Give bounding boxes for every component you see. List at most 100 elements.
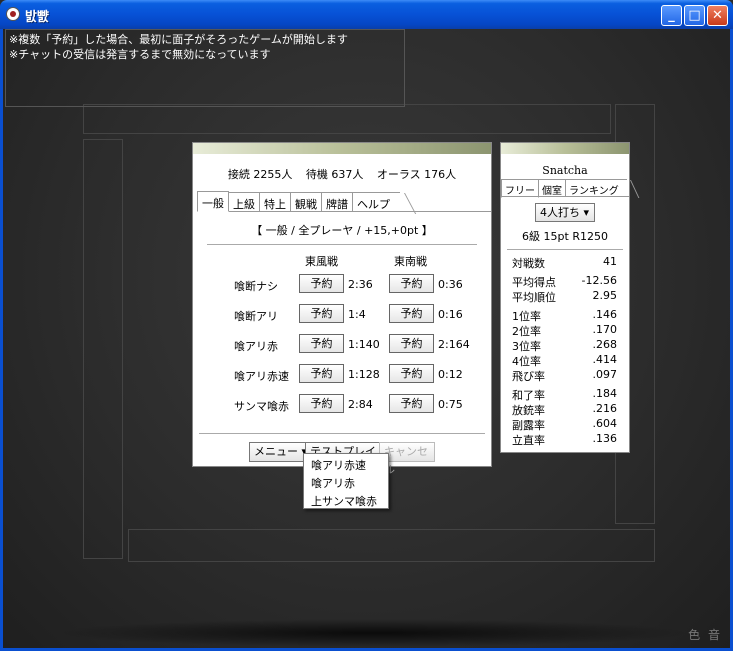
stat-value: 2.95 [592,289,618,302]
testplay-menu: 喰アリ赤速 喰アリ赤 上サンマ喰赤 [303,453,389,509]
stat-label: 対戦数 [512,257,545,270]
game-row: 喰アリ赤速 予約 1:128 予約 0:12 [193,361,491,391]
profile-panel: Snatcha フリー 個室 ランキング 4人打ち ▾ 6級 15pt R125… [500,142,630,453]
tab-free[interactable]: フリー [501,179,539,198]
frame-bottom [128,529,655,562]
stat-value: .604 [592,417,618,430]
tab-private-room[interactable]: 個室 [538,179,566,197]
table-shadow [53,619,693,647]
stat-label: 立直率 [512,434,545,447]
all-last-count: オーラス 176人 [376,168,457,181]
close-button[interactable]: ✕ [707,5,728,26]
reserve-east-button[interactable]: 予約 [299,304,344,323]
stat-value: .268 [592,338,618,351]
south-count: 0:12 [438,368,463,381]
game-row: 喰断ナシ 予約 2:36 予約 0:36 [193,271,491,301]
tab-expert[interactable]: 特上 [259,192,291,211]
reserve-east-button[interactable]: 予約 [299,334,344,353]
game-type-label: 喰断アリ [234,310,278,323]
column-headers: 東風戦 東南戦 [193,251,491,271]
stat-value: .146 [592,308,618,321]
player-count-select[interactable]: 4人打ち ▾ [535,203,595,222]
stat-value: .184 [592,387,618,400]
menu-item-sanma-kuaka[interactable]: 上サンマ喰赤 [304,490,388,508]
tab-ranking[interactable]: ランキング [565,179,627,197]
east-count: 2:36 [348,278,373,291]
game-type-label: 喰アリ赤速 [234,370,289,383]
stat-value: .136 [592,432,618,445]
connected-count: 接続 2255人 [227,168,293,181]
stat-row: 3位率 .268 [501,337,629,353]
player-rank: 6級 15pt R1250 [522,230,608,243]
reserve-south-button[interactable]: 予約 [389,274,434,293]
game-row: サンマ喰赤 予約 2:84 予約 0:75 [193,391,491,421]
panel-header-bar [193,143,491,154]
east-column-header: 東風戦 [305,255,338,268]
stat-label: 平均順位 [512,291,556,304]
stat-row: 和了率 .184 [501,386,629,402]
stat-value: 41 [603,255,617,268]
connection-stats: 接続 2255人 待機 637人 オーラス 176人 [193,166,491,182]
stat-row: 2位率 .170 [501,322,629,338]
lobby-tabs: 一般 上級 特上 観戦 牌譜 ヘルプ [197,191,491,212]
reserve-south-button[interactable]: 予約 [389,334,434,353]
south-count: 2:164 [438,338,470,351]
stat-row: 副露率 .604 [501,416,629,432]
corner-label: 色 音 [688,628,722,642]
south-count: 0:36 [438,278,463,291]
minimize-button[interactable]: _ [661,5,682,26]
stat-value: .097 [592,368,618,381]
reserve-east-button[interactable]: 予約 [299,364,344,383]
waiting-count: 待機 637人 [305,168,364,181]
stat-row: 立直率 .136 [501,431,629,447]
window-title: 밠뺤 [25,10,49,25]
menu-item-kuari-aka[interactable]: 喰アリ赤 [304,472,388,490]
game-type-label: 喰アリ赤 [234,340,278,353]
chat-log: ※複数「予約」した場合、最初に面子がそろったゲームが開始します ※チャットの受信… [5,29,405,107]
stat-value: .170 [592,323,618,336]
stat-value: .414 [592,353,618,366]
frame-left [83,139,123,559]
maximize-button[interactable]: □ [684,5,705,26]
stat-value: -12.56 [581,274,617,287]
south-count: 0:16 [438,308,463,321]
east-count: 1:140 [348,338,380,351]
tab-spectate[interactable]: 観戦 [290,192,322,211]
title-bar: 밠뺤 _ □ ✕ [0,0,733,29]
player-name: Snatcha [542,164,588,177]
reserve-east-button[interactable]: 予約 [299,274,344,293]
stat-row: 1位率 .146 [501,307,629,323]
menu-item-kuari-aka-soku[interactable]: 喰アリ赤速 [304,454,388,472]
reserve-south-button[interactable]: 予約 [389,394,434,413]
stat-row: 平均順位 2.95 [501,288,629,304]
stat-row: 対戦数 41 [501,254,629,270]
reserve-east-button[interactable]: 予約 [299,394,344,413]
app-icon [6,7,20,21]
stat-row: 平均得点 -12.56 [501,273,629,289]
stat-row: 放銃率 .216 [501,401,629,417]
east-count: 1:128 [348,368,380,381]
stat-value: .216 [592,402,618,415]
east-count: 2:84 [348,398,373,411]
chat-line: ※複数「予約」した場合、最初に面子がそろったゲームが開始します [9,33,348,46]
south-column-header: 東南戦 [394,255,427,268]
south-count: 0:75 [438,398,463,411]
frame-top [83,104,611,134]
reserve-south-button[interactable]: 予約 [389,304,434,323]
game-row: 喰アリ赤 予約 1:140 予約 2:164 [193,331,491,361]
reserve-south-button[interactable]: 予約 [389,364,434,383]
tab-help[interactable]: ヘルプ [352,192,400,211]
stat-row: 飛び率 .097 [501,367,629,383]
panel-header-bar [501,143,629,154]
game-type-label: サンマ喰赤 [234,400,289,413]
east-count: 1:4 [348,308,366,321]
chat-line: ※チャットの受信は発言するまで無効になっています [9,48,271,61]
stat-label: 飛び率 [512,370,545,383]
tab-advanced[interactable]: 上級 [228,192,260,211]
game-row: 喰断アリ 予約 1:4 予約 0:16 [193,301,491,331]
tab-general[interactable]: 一般 [197,191,229,212]
lobby-panel: 接続 2255人 待機 637人 オーラス 176人 一般 上級 特上 観戦 牌… [192,142,492,476]
stat-row: 4位率 .414 [501,352,629,368]
room-subtitle: 【 一般 / 全プレーヤ / +15,+0pt 】 [251,224,433,237]
tab-replay[interactable]: 牌譜 [321,192,353,211]
